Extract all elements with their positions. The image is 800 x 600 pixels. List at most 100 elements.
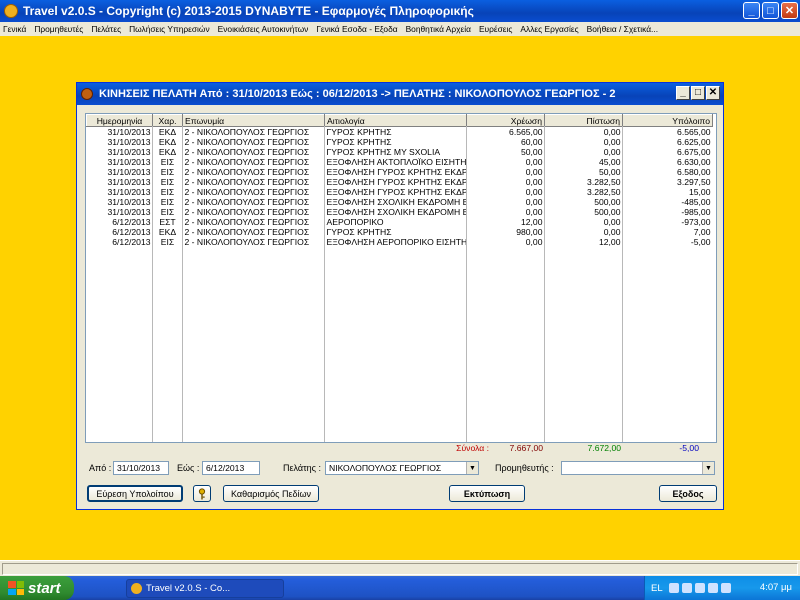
cell-type: ΕΣΤ bbox=[159, 217, 176, 227]
menu-income-expenses[interactable]: Γενικά Εσοδα - Εξοδα bbox=[316, 24, 397, 34]
language-indicator[interactable]: EL bbox=[651, 583, 663, 594]
totals-credit: 7.672,00 bbox=[587, 443, 621, 453]
window-minimize-button[interactable]: _ bbox=[676, 86, 690, 100]
table-row[interactable]: 31/10/2013 ΕΙΣ 2 - ΝΙΚΟΛΟΠΟΥΛΟΣ ΓΕΩΡΓΙΟΣ ΕΞ… bbox=[87, 167, 713, 177]
menu-help[interactable]: Βοήθεια / Σχετικά... bbox=[587, 24, 658, 34]
minimize-button[interactable]: _ bbox=[743, 2, 760, 19]
cell-type: ΕΙΣ bbox=[160, 157, 175, 167]
cell-date: 31/10/2013 bbox=[107, 187, 151, 197]
customer-label: Πελάτης : bbox=[283, 463, 321, 473]
cell-type: ΕΙΣ bbox=[160, 197, 175, 207]
window-close-button[interactable]: ✕ bbox=[706, 86, 720, 100]
cell-balance: 7,00 bbox=[693, 227, 711, 237]
table-row[interactable]: 31/10/2013 ΕΙΣ 2 - ΝΙΚΟΛΟΠΟΥΛΟΣ ΓΕΩΡΓΙΟΣ ΕΞ… bbox=[87, 187, 713, 197]
to-date-field[interactable]: 6/12/2013 bbox=[202, 461, 260, 475]
cell-type: ΕΚΔ bbox=[158, 147, 177, 157]
transactions-table[interactable]: Ημερομηνία Χαρ. Επωνυμία Αιτιολογία Χρέω… bbox=[85, 113, 717, 443]
table-row[interactable]: 31/10/2013 ΕΙΣ 2 - ΝΙΚΟΛΟΠΟΥΛΟΣ ΓΕΩΡΓΙΟΣ ΕΞ… bbox=[87, 157, 713, 167]
totals-label: Σύνολα : bbox=[456, 443, 489, 453]
menu-search[interactable]: Ευρέσεις bbox=[479, 24, 512, 34]
close-button[interactable]: ✕ bbox=[781, 2, 798, 19]
cell-type: ΕΙΣ bbox=[160, 237, 175, 247]
header-balance[interactable]: Υπόλοιπο bbox=[622, 114, 713, 127]
cell-date: 31/10/2013 bbox=[107, 147, 151, 157]
menu-service-sales[interactable]: Πωλήσεις Υπηρεσιών bbox=[129, 24, 210, 34]
find-balance-button[interactable]: Εύρεση Υπολοίπου bbox=[87, 485, 183, 502]
cell-type: ΕΚΔ bbox=[158, 227, 177, 237]
cell-type: ΕΙΣ bbox=[160, 207, 175, 217]
table-row[interactable]: 31/10/2013 ΕΙΣ 2 - ΝΙΚΟΛΟΠΟΥΛΟΣ ΓΕΩΡΓΙΟΣ ΕΞ… bbox=[87, 197, 713, 207]
menu-car-rentals[interactable]: Ενοικιάσεις Αυτοκινήτων bbox=[218, 24, 309, 34]
cell-type: ΕΚΔ bbox=[158, 127, 177, 137]
table-row[interactable]: 6/12/2013 ΕΣΤ 2 - ΝΙΚΟΛΟΠΟΥΛΟΣ ΓΕΩΡΓΙΟΣ ΑΕΡ… bbox=[87, 217, 713, 227]
tray-icon[interactable] bbox=[681, 583, 692, 593]
customer-select[interactable]: ΝΙΚΟΛΟΠΟΥΛΟΣ ΓΕΩΡΓΙΟΣ ▼ bbox=[325, 461, 479, 475]
customer-transactions-window: ΚΙΝΗΣΕΙΣ ΠΕΛΑΤΗ Από : 31/10/2013 Εώς : 0… bbox=[76, 82, 724, 510]
from-label: Από : bbox=[89, 463, 112, 473]
menu-general[interactable]: Γενικά bbox=[3, 24, 26, 34]
chevron-down-icon[interactable]: ▼ bbox=[466, 462, 478, 474]
header-name[interactable]: Επωνυμία bbox=[182, 114, 325, 127]
cell-debit: 0,00 bbox=[525, 167, 543, 177]
table-header: Ημερομηνία Χαρ. Επωνυμία Αιτιολογία Χρέω… bbox=[86, 114, 713, 127]
tray-icon[interactable] bbox=[694, 583, 705, 593]
totals-debit: 7.667,00 bbox=[509, 443, 543, 453]
header-credit[interactable]: Πίστωση bbox=[544, 114, 623, 127]
table-row[interactable]: 31/10/2013 ΕΙΣ 2 - ΝΙΚΟΛΟΠΟΥΛΟΣ ΓΕΩΡΓΙΟΣ ΕΞ… bbox=[87, 177, 713, 187]
print-button[interactable]: Εκτύπωση bbox=[449, 485, 525, 502]
header-debit[interactable]: Χρέωση bbox=[466, 114, 545, 127]
taskbar-item-travel[interactable]: Travel v2.0.S - Co... bbox=[126, 579, 284, 598]
window-maximize-button[interactable]: □ bbox=[691, 86, 705, 100]
cell-balance: -485,00 bbox=[681, 197, 711, 207]
header-date[interactable]: Ημερομηνία bbox=[86, 114, 153, 127]
cell-credit: 3.282,50 bbox=[587, 177, 621, 187]
cell-reason: ΓΥΡΟΣ ΚΡΗΤΗΣ ΜΥ SXOLIA bbox=[326, 147, 441, 157]
cell-credit: 0,00 bbox=[603, 137, 621, 147]
cell-balance: 6.565,00 bbox=[677, 127, 711, 137]
table-row[interactable]: 31/10/2013 ΕΚΔ 2 - ΝΙΚΟΛΟΠΟΥΛΟΣ ΓΕΩΡΓΙΟΣ ΓΥ… bbox=[87, 147, 713, 157]
cell-credit: 3.282,50 bbox=[587, 187, 621, 197]
header-type[interactable]: Χαρ. bbox=[152, 114, 183, 127]
tray-icon[interactable] bbox=[720, 583, 731, 593]
cell-name: 2 - ΝΙΚΟΛΟΠΟΥΛΟΣ ΓΕΩΡΓΙΟΣ bbox=[184, 237, 310, 247]
cell-reason: ΕΞΟΦΛΗΣΗ ΓΥΡΟΣ ΚΡΗΤΗΣ ΕΚΔΡΟ bbox=[326, 177, 467, 187]
system-tray: EL 4:07 μμ bbox=[644, 576, 800, 600]
cell-name: 2 - ΝΙΚΟΛΟΠΟΥΛΟΣ ΓΕΩΡΓΙΟΣ bbox=[184, 147, 310, 157]
header-reason[interactable]: Αιτιολογία bbox=[324, 114, 467, 127]
table-row[interactable]: 31/10/2013 ΕΚΔ 2 - ΝΙΚΟΛΟΠΟΥΛΟΣ ΓΕΩΡΓΙΟΣ ΓΥ… bbox=[87, 137, 713, 147]
cell-name: 2 - ΝΙΚΟΛΟΠΟΥΛΟΣ ΓΕΩΡΓΙΟΣ bbox=[184, 137, 310, 147]
menu-customers[interactable]: Πελάτες bbox=[91, 24, 121, 34]
cell-debit: 0,00 bbox=[525, 157, 543, 167]
supplier-select[interactable]: ▼ bbox=[561, 461, 715, 475]
maximize-button[interactable]: □ bbox=[762, 2, 779, 19]
cell-debit: 0,00 bbox=[525, 237, 543, 247]
table-row[interactable]: 31/10/2013 ΕΙΣ 2 - ΝΙΚΟΛΟΠΟΥΛΟΣ ΓΕΩΡΓΙΟΣ ΕΞ… bbox=[87, 207, 713, 217]
key-icon[interactable] bbox=[193, 485, 211, 502]
chevron-down-icon[interactable]: ▼ bbox=[702, 462, 714, 474]
table-row[interactable]: 6/12/2013 ΕΚΔ 2 - ΝΙΚΟΛΟΠΟΥΛΟΣ ΓΕΩΡΓΙΟΣ ΓΥΡ… bbox=[87, 227, 713, 237]
to-label: Εώς : bbox=[177, 463, 200, 473]
cell-date: 31/10/2013 bbox=[107, 167, 151, 177]
menu-auxiliary-files[interactable]: Βοηθητικά Αρχεία bbox=[406, 24, 471, 34]
exit-button[interactable]: Εξοδος bbox=[659, 485, 717, 502]
window-title-bar: ΚΙΝΗΣΕΙΣ ΠΕΛΑΤΗ Από : 31/10/2013 Εώς : 0… bbox=[77, 83, 723, 105]
volume-icon[interactable] bbox=[707, 583, 718, 593]
cell-date: 31/10/2013 bbox=[107, 127, 151, 137]
start-button[interactable]: start bbox=[0, 576, 74, 600]
cell-debit: 6.565,00 bbox=[509, 127, 543, 137]
supplier-label: Προμηθευτής : bbox=[495, 463, 554, 473]
table-row[interactable]: 6/12/2013 ΕΙΣ 2 - ΝΙΚΟΛΟΠΟΥΛΟΣ ΓΕΩΡΓΙΟΣ ΕΞΟ… bbox=[87, 237, 713, 247]
menu-suppliers[interactable]: Προμηθευτές bbox=[34, 24, 83, 34]
from-date-field[interactable]: 31/10/2013 bbox=[113, 461, 169, 475]
cell-debit: 0,00 bbox=[525, 187, 543, 197]
cell-name: 2 - ΝΙΚΟΛΟΠΟΥΛΟΣ ΓΕΩΡΓΙΟΣ bbox=[184, 207, 310, 217]
clear-fields-button[interactable]: Καθαρισμός Πεδίων bbox=[223, 485, 319, 502]
column-divider bbox=[182, 126, 183, 442]
window-icon bbox=[81, 88, 93, 100]
menu-other-tasks[interactable]: Αλλες Εργασίες bbox=[520, 24, 578, 34]
tray-icon[interactable] bbox=[668, 583, 679, 593]
cell-date: 6/12/2013 bbox=[112, 237, 151, 247]
table-row[interactable]: 31/10/2013 ΕΚΔ 2 - ΝΙΚΟΛΟΠΟΥΛΟΣ ΓΕΩΡΓΙΟΣ ΓΥ… bbox=[87, 127, 713, 138]
cell-reason: ΕΞΟΦΛΗΣΗ ΓΥΡΟΣ ΚΡΗΤΗΣ ΕΚΔΡΟ bbox=[326, 187, 467, 197]
cell-balance: -985,00 bbox=[681, 207, 711, 217]
